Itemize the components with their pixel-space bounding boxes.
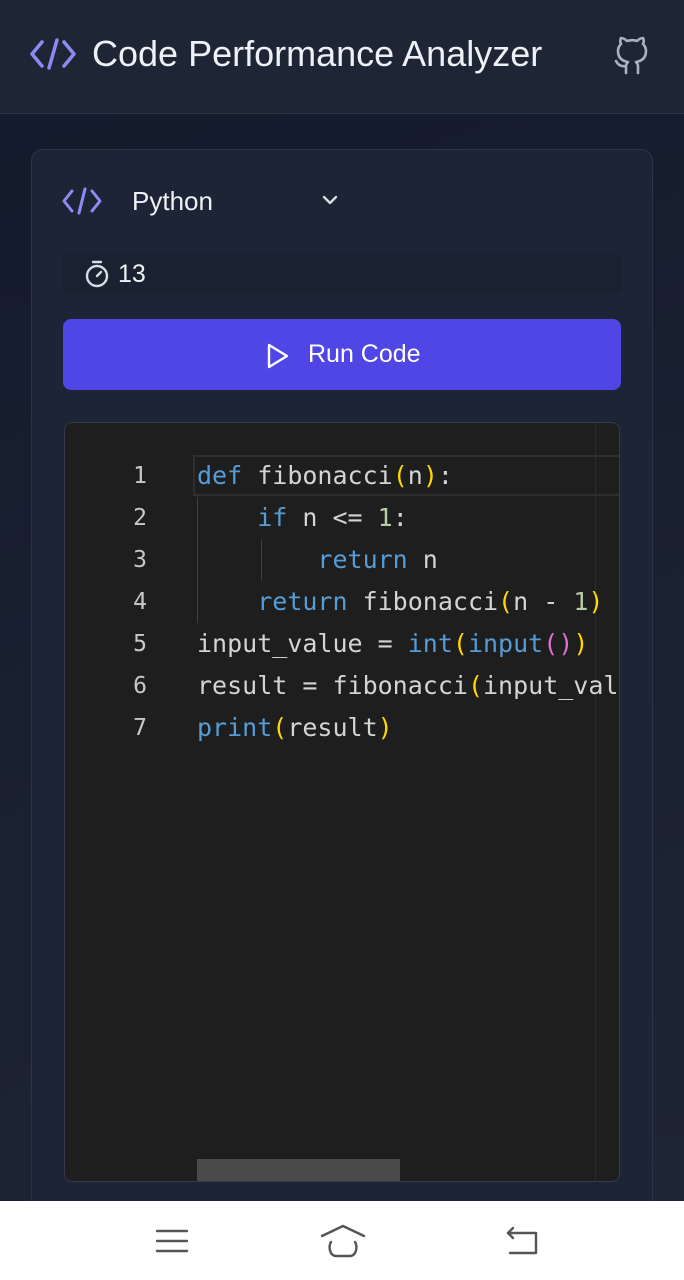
code-token: ( [452,629,468,658]
line-number: 1 [133,463,147,489]
line-number: 5 [133,631,147,657]
page-title: Code Performance Analyzer [92,33,543,74]
language-selected-value: Python [132,186,213,216]
code-token: return [317,545,408,574]
code-editor[interactable]: 1 2 3 4 5 6 7 def fibonacci(n): if n <= 1: retu… [64,422,620,1182]
line-number: 7 [133,715,147,741]
home-icon[interactable] [320,1223,366,1259]
code-line[interactable]: input_value = int(input()) [197,623,588,665]
code-token: ) [377,713,393,742]
code-line[interactable]: return fibonacci(n - 1) [197,581,603,623]
code-line[interactable]: if n <= 1: [197,497,408,539]
back-icon[interactable] [502,1223,542,1259]
line-number: 3 [133,547,147,573]
code-token: return [257,587,348,616]
code-token: ( [498,587,514,616]
code-brackets-icon [62,187,102,215]
code-token: ( [392,461,408,490]
code-line[interactable]: return n [197,539,438,581]
code-token: ) [558,629,574,658]
code-token: if [257,503,288,532]
code-token: n [407,545,438,574]
code-token: n [407,461,423,490]
stdin-input-row [62,254,622,294]
code-token: result [287,713,378,742]
play-icon [267,343,289,369]
code-token: ( [272,713,288,742]
code-token: fibonacci [257,461,393,490]
horizontal-scrollbar[interactable] [197,1159,400,1181]
code-token: n <= [287,503,378,532]
run-code-label: Run Code [308,340,421,368]
github-icon[interactable] [612,36,652,76]
editor-overview-ruler [595,423,596,1181]
menu-lines-icon[interactable] [152,1223,192,1259]
system-nav-bar [0,1201,684,1280]
code-token: ) [422,461,438,490]
code-token: ) [573,629,589,658]
line-number: 2 [133,505,147,531]
code-token: : [437,461,453,490]
code-token: input_value [483,671,619,700]
code-token: : [392,503,408,532]
timer-icon [85,260,109,288]
code-brackets-icon [30,38,76,70]
code-token: def [197,461,243,490]
code-token: int [407,629,453,658]
language-select[interactable]: Python [122,178,350,224]
run-code-button[interactable]: Run Code [63,319,621,390]
code-token: print [197,713,273,742]
code-line[interactable]: result = fibonacci(input_value) [197,665,619,707]
code-token: ( [467,671,483,700]
line-number: 6 [133,673,147,699]
code-line[interactable]: def fibonacci(n): [197,455,453,497]
app-header: Code Performance Analyzer [0,0,684,114]
language-row: Python [62,178,622,226]
code-token: ) [588,587,604,616]
code-token: fibonacci [347,587,499,616]
line-number: 4 [133,589,147,615]
code-token: input_value = [197,629,408,658]
code-token: input [467,629,544,658]
code-token: n - [513,587,574,616]
code-line[interactable]: print(result) [197,707,393,749]
code-token: 1 [573,587,589,616]
code-token: result = fibonacci [197,671,468,700]
stdin-input[interactable] [118,256,598,292]
code-token: ( [543,629,559,658]
code-token: 1 [377,503,393,532]
chevron-down-icon [322,195,338,205]
